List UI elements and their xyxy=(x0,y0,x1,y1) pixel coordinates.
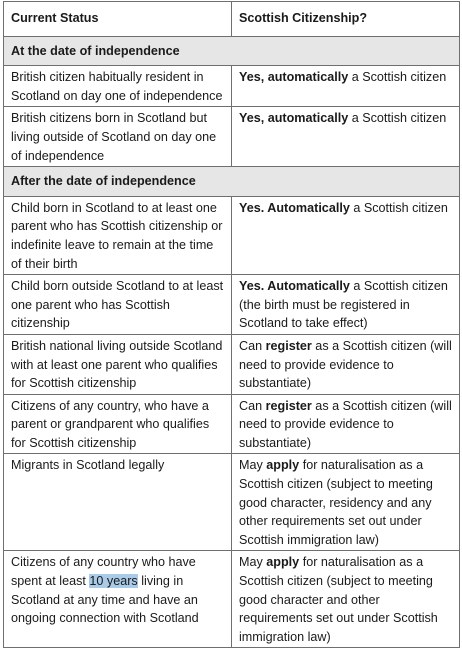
status-cell: Migrants in Scotland legally xyxy=(3,453,232,552)
header-scottish-citizenship: Scottish Citizenship? xyxy=(231,1,460,37)
answer-bold: Yes. Automatically xyxy=(239,200,350,215)
highlighted-text[interactable]: 10 years xyxy=(89,574,138,589)
table-row: British national living outside Scotland… xyxy=(3,333,460,395)
citizenship-cell: May apply for naturalisation as a Scotti… xyxy=(231,550,460,649)
citizenship-cell: Yes, automatically a Scottish citizen xyxy=(231,65,460,108)
answer-bold: register xyxy=(265,338,312,353)
table-row: Citizens of any country who have spent a… xyxy=(3,550,460,649)
answer-text: a Scottish citizen xyxy=(349,200,448,215)
answer-bold: apply xyxy=(266,555,300,570)
status-cell: Child born outside Scotland to at least … xyxy=(3,274,232,335)
answer-bold: Yes, automatically xyxy=(239,70,349,85)
answer-text: a Scottish citizen xyxy=(348,111,447,126)
status-cell: Citizens of any country who have spent a… xyxy=(3,550,232,649)
status-cell: Child born in Scotland to at least one p… xyxy=(3,195,232,276)
table-row: British citizens born in Scotland but li… xyxy=(3,106,460,168)
status-cell: Citizens of any country, who have a pare… xyxy=(3,393,232,455)
section-label: At the date of independence xyxy=(3,35,460,67)
section-row-after-independence: After the date of independence xyxy=(3,166,460,197)
answer-prefix: Can xyxy=(239,398,266,413)
table-row: Child born in Scotland to at least one p… xyxy=(3,195,460,276)
citizenship-cell: Yes. Automatically a Scottish citizen xyxy=(231,195,460,276)
answer-prefix: May xyxy=(239,458,267,473)
table-row: Citizens of any country, who have a pare… xyxy=(3,393,460,455)
answer-bold: register xyxy=(265,398,312,413)
citizenship-cell: May apply for naturalisation as a Scotti… xyxy=(231,453,460,552)
status-cell: British national living outside Scotland… xyxy=(3,333,232,395)
section-label: After the date of independence xyxy=(3,166,460,197)
citizenship-table: Current Status Scottish Citizenship? At … xyxy=(3,1,460,649)
answer-bold: Yes. Automatically xyxy=(239,279,350,294)
answer-prefix: Can xyxy=(239,338,266,353)
section-row-at-independence: At the date of independence xyxy=(3,35,460,67)
table-row: British citizen habitually resident in S… xyxy=(3,65,460,108)
answer-prefix: May xyxy=(239,555,267,570)
table-row: Migrants in Scotland legally May apply f… xyxy=(3,453,460,552)
answer-bold: Yes, automatically xyxy=(239,111,349,126)
status-cell: British citizens born in Scotland but li… xyxy=(3,106,232,168)
citizenship-cell: Yes. Automatically a Scottish citizen (t… xyxy=(231,274,460,335)
status-cell: British citizen habitually resident in S… xyxy=(3,65,232,108)
answer-bold: apply xyxy=(266,458,300,473)
citizenship-cell: Can register as a Scottish citizen (will… xyxy=(231,333,460,395)
answer-text: a Scottish citizen xyxy=(348,70,447,85)
citizenship-cell: Yes, automatically a Scottish citizen xyxy=(231,106,460,168)
header-row: Current Status Scottish Citizenship? xyxy=(3,1,460,37)
header-current-status: Current Status xyxy=(3,1,232,37)
table-row: Child born outside Scotland to at least … xyxy=(3,274,460,335)
citizenship-cell: Can register as a Scottish citizen (will… xyxy=(231,393,460,455)
